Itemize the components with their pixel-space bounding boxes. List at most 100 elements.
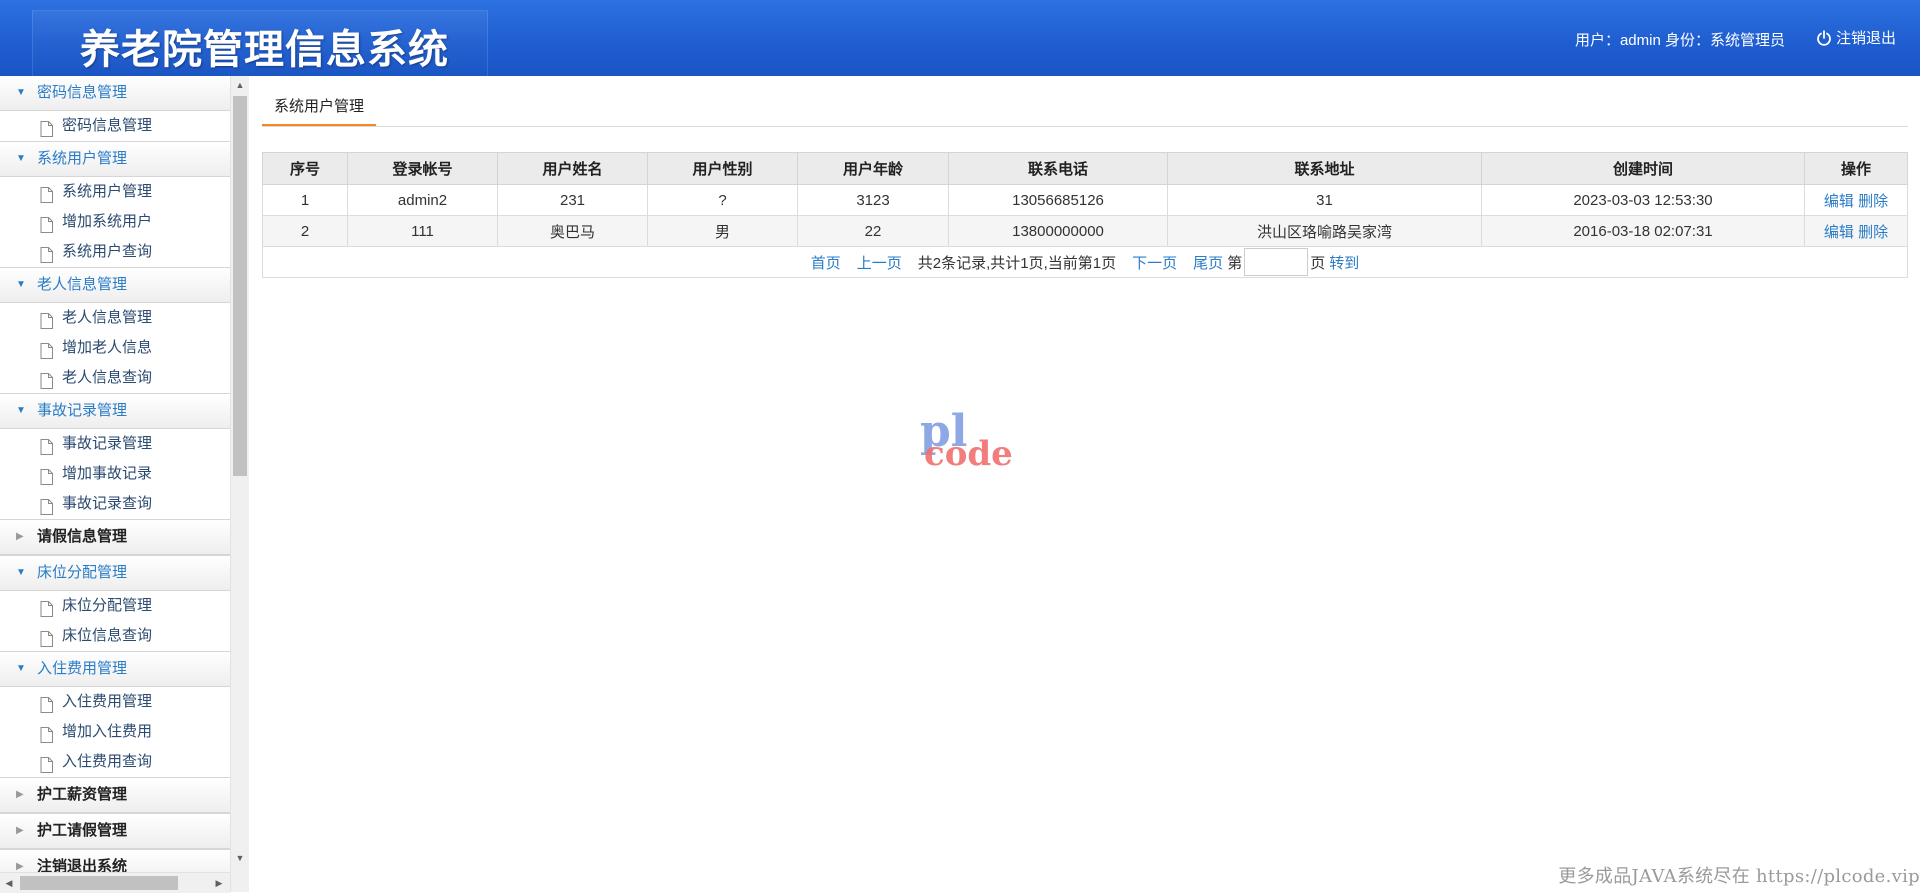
column-header: 联系地址 (1167, 152, 1482, 185)
cell-age: 22 (797, 215, 949, 247)
sidebar-item[interactable]: 系统用户查询 (0, 237, 230, 267)
page-icon (40, 724, 53, 743)
delete-link[interactable]: 删除 (1858, 193, 1888, 210)
page-icon (40, 340, 53, 359)
sidebar-item-label: 密码信息管理 (62, 117, 153, 134)
sidebar-item[interactable]: 增加老人信息 (0, 333, 230, 363)
app-title: 养老院管理信息系统 (80, 27, 449, 73)
logout-label: 注销退出 (1835, 30, 1896, 47)
column-header: 用户姓名 (497, 152, 648, 185)
scroll-up-arrow-icon[interactable]: ▲ (231, 77, 249, 93)
top-header: 养老院管理信息系统 用户：admin 身份：系统管理员 注销退出 (0, 0, 1920, 76)
cell-address: 洪山区珞喻路吴家湾 (1167, 215, 1482, 247)
sidebar-group-label: 入住费用管理 (37, 660, 128, 677)
sidebar-item[interactable]: 老人信息管理 (0, 303, 230, 333)
column-header: 创建时间 (1481, 152, 1805, 185)
cell-gender: ? (647, 184, 798, 216)
sidebar-group-header[interactable]: ▶ 请假信息管理 (0, 519, 230, 555)
goto-page-link[interactable]: 转到 (1329, 252, 1359, 273)
sidebar-item-label: 增加事故记录 (62, 465, 153, 482)
sidebar-group-header[interactable]: ▼ 事故记录管理 (0, 393, 230, 429)
scroll-left-arrow-icon[interactable]: ◀ (0, 873, 18, 893)
sidebar-item[interactable]: 增加系统用户 (0, 207, 230, 237)
user-table: 序号 登录帐号 用户姓名 用户性别 用户年龄 联系电话 联系地址 创建时间 操作… (262, 152, 1908, 278)
column-header: 用户性别 (647, 152, 798, 185)
caret-right-icon: ▶ (16, 531, 24, 542)
page-icon (40, 244, 53, 263)
page-icon (40, 694, 53, 713)
page-number-input[interactable] (1244, 248, 1309, 276)
scroll-thumb[interactable] (233, 96, 247, 476)
caret-down-icon: ▼ (16, 663, 26, 674)
table-row: 2 111 奥巴马 男 22 13800000000 洪山区珞喻路吴家湾 201… (262, 215, 1908, 247)
sidebar-item-label: 事故记录管理 (62, 435, 153, 452)
cell-account: 111 (347, 215, 498, 247)
sidebar-item[interactable]: 事故记录查询 (0, 489, 230, 519)
scroll-down-arrow-icon[interactable]: ▼ (231, 850, 249, 866)
h-scroll-thumb[interactable] (20, 876, 178, 890)
sidebar-group-header[interactable]: ▼ 密码信息管理 (0, 76, 230, 111)
column-header: 用户年龄 (797, 152, 949, 185)
sidebar-item-label: 增加老人信息 (62, 339, 153, 356)
sidebar-group-header[interactable]: ▼ 床位分配管理 (0, 555, 230, 591)
sidebar-horizontal-scrollbar[interactable]: ◀ ▶ (0, 872, 230, 893)
page-icon (40, 370, 53, 389)
sidebar-item[interactable]: 床位分配管理 (0, 591, 230, 621)
sidebar-item[interactable]: 密码信息管理 (0, 111, 230, 141)
cell-index: 2 (262, 215, 348, 247)
caret-down-icon: ▼ (16, 567, 26, 578)
next-page-link[interactable]: 下一页 (1132, 252, 1177, 273)
cell-name: 奥巴马 (497, 215, 648, 247)
cell-index: 1 (262, 184, 348, 216)
edit-link[interactable]: 编辑 (1824, 193, 1854, 210)
tab-bar: 系统用户管理 (262, 90, 1908, 127)
scroll-right-arrow-icon[interactable]: ▶ (210, 873, 228, 893)
sidebar-item[interactable]: 增加事故记录 (0, 459, 230, 489)
page-icon (40, 214, 53, 233)
sidebar-group-label: 床位分配管理 (37, 564, 128, 581)
caret-right-icon: ▶ (16, 789, 24, 800)
prev-page-link[interactable]: 上一页 (857, 252, 902, 273)
sidebar-group-header[interactable]: ▶ 护工薪资管理 (0, 777, 230, 813)
cell-gender: 男 (647, 215, 798, 247)
sidebar-group-header[interactable]: ▼ 系统用户管理 (0, 141, 230, 177)
last-page-link[interactable]: 尾页 (1193, 252, 1223, 273)
edit-link[interactable]: 编辑 (1824, 224, 1854, 241)
cell-name: 231 (497, 184, 648, 216)
sidebar-group-label: 事故记录管理 (37, 402, 128, 419)
sidebar-group-label: 系统用户管理 (37, 150, 128, 167)
sidebar-group-label: 护工薪资管理 (37, 786, 128, 803)
sidebar-item[interactable]: 系统用户管理 (0, 177, 230, 207)
sidebar-group-header[interactable]: ▼ 老人信息管理 (0, 267, 230, 303)
cell-created-time: 2023-03-03 12:53:30 (1481, 184, 1805, 216)
sidebar-item[interactable]: 入住费用管理 (0, 687, 230, 717)
pager-row: 首页 上一页 共2条记录,共计1页,当前第1页 下一页 尾页 第 页 转到 (262, 246, 1908, 278)
sidebar-group-header[interactable]: ▶ 护工请假管理 (0, 813, 230, 849)
caret-down-icon: ▼ (16, 279, 26, 290)
tab-system-user-management[interactable]: 系统用户管理 (262, 90, 377, 126)
sidebar-group-label: 老人信息管理 (37, 276, 128, 293)
sidebar-item-label: 入住费用查询 (62, 753, 153, 770)
sidebar-item[interactable]: 老人信息查询 (0, 363, 230, 393)
delete-link[interactable]: 删除 (1858, 224, 1888, 241)
sidebar-item-label: 增加系统用户 (62, 213, 153, 230)
logout-button[interactable]: 注销退出 (1816, 27, 1896, 48)
page-icon (40, 310, 53, 329)
page-icon (40, 436, 53, 455)
cell-created-time: 2016-03-18 02:07:31 (1481, 215, 1805, 247)
sidebar-item-label: 入住费用管理 (62, 693, 153, 710)
sidebar-group-header[interactable]: ▼ 入住费用管理 (0, 651, 230, 687)
sidebar-vertical-scrollbar[interactable]: ▲ ▼ (230, 76, 249, 892)
power-icon (1817, 29, 1831, 46)
sidebar-item[interactable]: 事故记录管理 (0, 429, 230, 459)
page-icon (40, 466, 53, 485)
first-page-link[interactable]: 首页 (811, 252, 841, 273)
watermark-logo-bottom: code (924, 434, 1013, 474)
page-icon (40, 754, 53, 773)
sidebar-item[interactable]: 入住费用查询 (0, 747, 230, 777)
sidebar-item[interactable]: 增加入住费用 (0, 717, 230, 747)
table-header-row: 序号 登录帐号 用户姓名 用户性别 用户年龄 联系电话 联系地址 创建时间 操作 (262, 152, 1908, 185)
sidebar-item-label: 老人信息查询 (62, 369, 153, 386)
sidebar-item[interactable]: 床位信息查询 (0, 621, 230, 651)
sidebar-group-label: 请假信息管理 (37, 528, 128, 545)
